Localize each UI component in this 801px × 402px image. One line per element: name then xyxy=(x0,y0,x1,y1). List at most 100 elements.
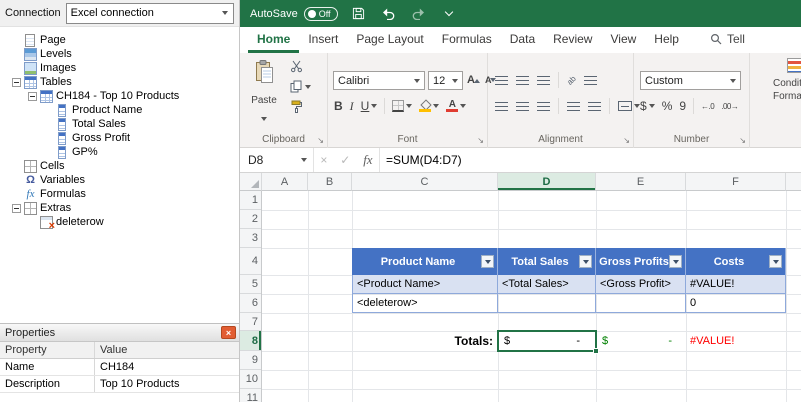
decrease-decimal-button[interactable] xyxy=(721,102,738,111)
cell-D8[interactable]: $ - xyxy=(498,331,596,351)
toggle-switch-icon[interactable]: Off xyxy=(303,6,338,21)
align-center-icon[interactable] xyxy=(516,101,529,111)
italic-button[interactable]: I xyxy=(350,99,354,114)
tell-me-search[interactable]: Tell xyxy=(710,32,745,53)
cell-D4[interactable]: Total Sales xyxy=(498,248,596,275)
select-all-corner[interactable] xyxy=(240,173,262,191)
column-header-a[interactable]: A xyxy=(262,173,308,191)
property-row-description[interactable]: Description Top 10 Products xyxy=(0,376,239,393)
row-header-10[interactable]: 10 xyxy=(240,370,261,389)
cell-C4[interactable]: Product Name xyxy=(352,248,498,275)
row-header-2[interactable]: 2 xyxy=(240,210,261,229)
copy-button[interactable] xyxy=(290,80,311,93)
autosave-toggle[interactable]: AutoSave Off xyxy=(250,6,338,21)
row-header-4[interactable]: 4 xyxy=(240,248,261,275)
cell-C6[interactable]: <deleterow> xyxy=(352,294,498,313)
enter-icon[interactable]: ✓ xyxy=(340,153,350,167)
tab-help[interactable]: Help xyxy=(645,26,688,53)
grow-font-button[interactable]: A xyxy=(467,74,480,86)
formula-input[interactable]: =SUM(D4:D7) xyxy=(380,148,801,172)
comma-style-button[interactable]: 9 xyxy=(679,99,686,113)
format-painter-button[interactable] xyxy=(290,100,311,113)
filter-dropdown-icon[interactable] xyxy=(481,255,494,268)
cell-F6[interactable]: 0 xyxy=(686,294,786,313)
cell-F5[interactable]: #VALUE! xyxy=(686,275,786,294)
row-header-7[interactable]: 7 xyxy=(240,313,261,331)
customize-toolbar-icon[interactable] xyxy=(440,5,458,23)
dialog-launcher-icon[interactable] xyxy=(739,137,746,145)
increase-decimal-button[interactable] xyxy=(701,102,714,111)
row-header-5[interactable]: 5 xyxy=(240,275,261,294)
tab-review[interactable]: Review xyxy=(544,26,601,53)
bold-button[interactable]: B xyxy=(334,99,343,113)
column-header-c[interactable]: C xyxy=(352,173,498,191)
redo-icon[interactable] xyxy=(410,5,428,23)
collapse-toggle-icon[interactable] xyxy=(28,91,37,101)
cancel-icon[interactable]: × xyxy=(320,153,327,167)
orientation-icon[interactable] xyxy=(565,74,578,87)
column-header-partial[interactable] xyxy=(786,173,801,191)
row-header-11[interactable]: 11 xyxy=(240,389,261,402)
tab-view[interactable]: View xyxy=(601,26,645,53)
increase-indent-icon[interactable] xyxy=(588,101,601,111)
font-color-button[interactable] xyxy=(446,100,467,112)
column-header-b[interactable]: B xyxy=(308,173,352,191)
paste-button[interactable]: Paste xyxy=(244,57,284,123)
accounting-format-button[interactable]: $ xyxy=(640,99,655,113)
column-header-d[interactable]: D xyxy=(498,173,596,191)
row-header-8[interactable]: 8 xyxy=(240,331,261,351)
row-header-1[interactable]: 1 xyxy=(240,191,261,210)
filter-dropdown-icon[interactable] xyxy=(669,255,682,268)
decrease-indent-icon[interactable] xyxy=(567,101,580,111)
tree-item-product-name[interactable]: Product Name xyxy=(0,103,239,117)
tab-data[interactable]: Data xyxy=(501,26,544,53)
font-size-select[interactable]: 12 xyxy=(428,71,463,90)
tab-page-layout[interactable]: Page Layout xyxy=(347,26,432,53)
wrap-text-icon[interactable] xyxy=(583,75,597,85)
tab-insert[interactable]: Insert xyxy=(299,26,347,53)
dialog-launcher-icon[interactable] xyxy=(317,137,324,145)
column-header-f[interactable]: F xyxy=(686,173,786,191)
tree-item-total-sales[interactable]: Total Sales xyxy=(0,117,239,131)
dialog-launcher-icon[interactable] xyxy=(623,137,630,145)
number-format-select[interactable]: Custom xyxy=(640,71,741,90)
underline-button[interactable]: U xyxy=(361,99,378,113)
cell-E8[interactable]: $ - xyxy=(596,331,686,351)
tree-item-images[interactable]: Images xyxy=(0,61,239,75)
row-header-3[interactable]: 3 xyxy=(240,229,261,248)
cell-D6[interactable] xyxy=(498,294,596,313)
tab-home[interactable]: Home xyxy=(248,26,299,53)
align-right-icon[interactable] xyxy=(537,101,550,111)
chevron-down-icon[interactable] xyxy=(216,4,233,23)
collapse-toggle-icon[interactable] xyxy=(12,203,21,213)
filter-dropdown-icon[interactable] xyxy=(769,255,782,268)
undo-icon[interactable] xyxy=(380,5,398,23)
cell-E4[interactable]: Gross Profits xyxy=(596,248,686,275)
tree-item-tables[interactable]: Tables xyxy=(0,75,239,89)
align-bottom-icon[interactable] xyxy=(537,75,550,85)
save-icon[interactable] xyxy=(350,5,368,23)
percent-style-button[interactable]: % xyxy=(662,99,673,113)
cell-C8[interactable]: Totals: xyxy=(352,331,498,351)
property-row-name[interactable]: Name CH184 xyxy=(0,359,239,376)
cut-button[interactable] xyxy=(290,60,311,73)
row-header-9[interactable]: 9 xyxy=(240,351,261,370)
tree-item-variables[interactable]: Variables xyxy=(0,173,239,187)
align-middle-icon[interactable] xyxy=(516,75,529,85)
row-header-6[interactable]: 6 xyxy=(240,294,261,313)
tree-item-ch184[interactable]: CH184 - Top 10 Products xyxy=(0,89,239,103)
fill-color-button[interactable] xyxy=(419,100,440,112)
collapse-toggle-icon[interactable] xyxy=(12,77,21,87)
tree-item-gross-profit[interactable]: Gross Profit xyxy=(0,131,239,145)
cell-F8[interactable]: #VALUE! xyxy=(686,331,786,351)
font-name-select[interactable]: Calibri xyxy=(333,71,425,90)
connection-select[interactable]: Excel connection xyxy=(65,2,234,24)
align-top-icon[interactable] xyxy=(495,75,508,85)
tab-formulas[interactable]: Formulas xyxy=(433,26,501,53)
column-header-e[interactable]: E xyxy=(596,173,686,191)
dialog-launcher-icon[interactable] xyxy=(477,137,484,145)
cell-D5[interactable]: <Total Sales> xyxy=(498,275,596,294)
cell-C5[interactable]: <Product Name> xyxy=(352,275,498,294)
tree-item-gp-pct[interactable]: GP% xyxy=(0,145,239,159)
conditional-formatting-button[interactable]: Conditional Formatting xyxy=(773,58,801,103)
